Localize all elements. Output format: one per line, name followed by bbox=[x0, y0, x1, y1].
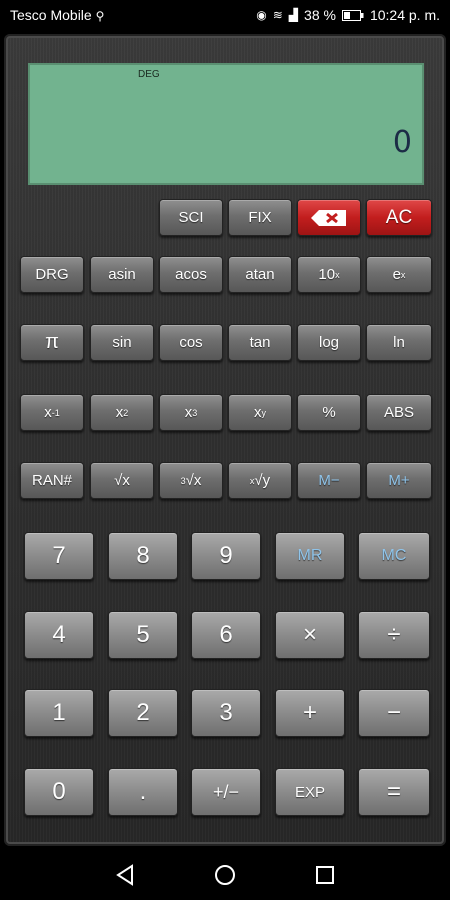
power-of-ten-button[interactable]: 10 x bbox=[297, 256, 361, 293]
asin-button[interactable]: asin bbox=[90, 256, 154, 293]
random-button[interactable]: RAN# bbox=[20, 462, 84, 499]
digit-7-button[interactable]: 7 bbox=[24, 532, 94, 580]
divide-button[interactable]: ÷ bbox=[358, 611, 430, 659]
memory-clear-button[interactable]: MC bbox=[358, 532, 430, 580]
y-root-label: √y bbox=[254, 472, 271, 489]
cube-exponent: 3 bbox=[192, 407, 198, 418]
log-button[interactable]: log bbox=[297, 324, 361, 361]
decimal-point-button[interactable]: . bbox=[108, 768, 178, 816]
eye-icon: ◉ bbox=[256, 8, 267, 22]
recents-icon[interactable] bbox=[312, 862, 338, 888]
exponential-exponent: x bbox=[400, 269, 406, 280]
sci-button[interactable]: SCI bbox=[159, 199, 223, 236]
acos-button[interactable]: acos bbox=[159, 256, 223, 293]
inverse-exponent: -1 bbox=[51, 407, 60, 418]
square-button[interactable]: x2 bbox=[90, 394, 154, 431]
memory-recall-button[interactable]: MR bbox=[275, 532, 345, 580]
cube-root-label: √x bbox=[185, 472, 202, 489]
navigation-bar bbox=[0, 850, 450, 900]
all-clear-button[interactable]: AC bbox=[366, 199, 432, 236]
display-value: 0 bbox=[392, 125, 412, 160]
drg-button[interactable]: DRG bbox=[20, 256, 84, 293]
power-y-exponent: y bbox=[261, 407, 267, 418]
battery-percent: 38 % bbox=[304, 7, 336, 23]
memory-plus-button[interactable]: M+ bbox=[366, 462, 432, 499]
exponential-base: e bbox=[392, 266, 401, 283]
square-root-button[interactable]: √x bbox=[90, 462, 154, 499]
backspace-button[interactable] bbox=[297, 199, 361, 236]
digit-5-button[interactable]: 5 bbox=[108, 611, 178, 659]
power-of-ten-exponent: x bbox=[335, 269, 340, 280]
cos-button[interactable]: cos bbox=[159, 324, 223, 361]
tan-button[interactable]: tan bbox=[228, 324, 292, 361]
status-right: ◉ ≋ ▟ 38 % 10:24 p. m. bbox=[256, 7, 440, 23]
backspace-icon bbox=[311, 209, 346, 226]
ln-button[interactable]: ln bbox=[366, 324, 432, 361]
inverse-button[interactable]: x -1 bbox=[20, 394, 84, 431]
cube-button[interactable]: x3 bbox=[159, 394, 223, 431]
digit-8-button[interactable]: 8 bbox=[108, 532, 178, 580]
carrier-label: Tesco Mobile ⚲ bbox=[10, 7, 104, 23]
exponential-button[interactable]: ex bbox=[366, 256, 432, 293]
inverse-base: x bbox=[44, 404, 52, 421]
wifi-icon: ≋ bbox=[272, 8, 283, 22]
back-icon[interactable] bbox=[112, 862, 138, 888]
digit-4-button[interactable]: 4 bbox=[24, 611, 94, 659]
atan-button[interactable]: atan bbox=[228, 256, 292, 293]
pi-button[interactable]: π bbox=[20, 324, 84, 361]
power-of-ten-base: 10 bbox=[318, 266, 336, 283]
square-exponent: 2 bbox=[123, 407, 129, 418]
abs-button[interactable]: ABS bbox=[366, 394, 432, 431]
digit-2-button[interactable]: 2 bbox=[108, 689, 178, 737]
percent-button[interactable]: % bbox=[297, 394, 361, 431]
memory-minus-button[interactable]: M− bbox=[297, 462, 361, 499]
cube-root-button[interactable]: 3 √x bbox=[159, 462, 223, 499]
sign-toggle-button[interactable]: +/− bbox=[191, 768, 261, 816]
minus-button[interactable]: − bbox=[358, 689, 430, 737]
power-y-button[interactable]: xy bbox=[228, 394, 292, 431]
digit-3-button[interactable]: 3 bbox=[191, 689, 261, 737]
exp-button[interactable]: EXP bbox=[275, 768, 345, 816]
home-icon[interactable] bbox=[212, 862, 238, 888]
digit-0-button[interactable]: 0 bbox=[24, 768, 94, 816]
multiply-button[interactable]: × bbox=[275, 611, 345, 659]
equals-button[interactable]: = bbox=[358, 768, 430, 816]
digit-1-button[interactable]: 1 bbox=[24, 689, 94, 737]
usb-icon: ⚲ bbox=[95, 9, 105, 23]
plus-button[interactable]: + bbox=[275, 689, 345, 737]
power-y-base: x bbox=[254, 404, 262, 421]
calculator-body: DEG 0 SCI FIX AC DRG asin acos atan 10 x … bbox=[4, 34, 446, 846]
y-root-button[interactable]: x √y bbox=[228, 462, 292, 499]
fix-button[interactable]: FIX bbox=[228, 199, 292, 236]
digit-9-button[interactable]: 9 bbox=[191, 532, 261, 580]
sin-button[interactable]: sin bbox=[90, 324, 154, 361]
status-bar: Tesco Mobile ⚲ ◉ ≋ ▟ 38 % 10:24 p. m. bbox=[0, 0, 450, 32]
display: DEG 0 bbox=[28, 63, 424, 185]
angle-mode-indicator: DEG bbox=[138, 69, 160, 80]
digit-6-button[interactable]: 6 bbox=[191, 611, 261, 659]
clock: 10:24 p. m. bbox=[369, 7, 440, 23]
signal-icon: ▟ bbox=[288, 8, 299, 22]
carrier-name: Tesco Mobile bbox=[10, 7, 92, 23]
battery-icon bbox=[341, 9, 364, 21]
